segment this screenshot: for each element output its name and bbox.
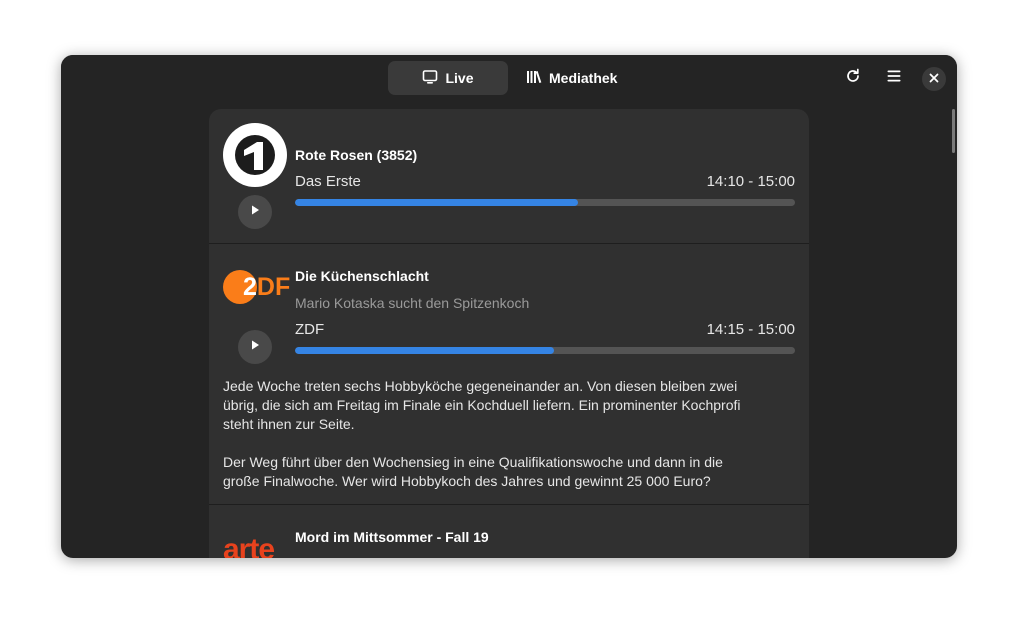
tab-mediathek-label: Mediathek (549, 70, 618, 86)
play-button[interactable] (238, 195, 272, 229)
play-icon (249, 203, 261, 221)
channel-name: ZDF (295, 321, 325, 338)
library-icon (526, 69, 542, 88)
progress-fill (295, 347, 554, 354)
scrollbar[interactable] (952, 109, 955, 153)
description-paragraph: Der Weg führt über den Wochensieg in ein… (223, 454, 723, 489)
monitor-icon (422, 69, 438, 88)
hamburger-menu-icon (886, 68, 902, 89)
list-item[interactable]: arte Mord im Mittsommer - Fall 19 (209, 505, 809, 558)
progress-fill (295, 199, 578, 206)
refresh-icon (845, 68, 861, 89)
progress-bar (295, 347, 795, 354)
channel-name: Das Erste (295, 173, 361, 190)
view-switcher: Live Mediathek (388, 61, 622, 95)
tab-live-label: Live (445, 70, 474, 86)
program-title: Die Küchenschlacht (295, 268, 429, 284)
tab-mediathek[interactable]: Mediathek (512, 61, 622, 95)
program-title: Rote Rosen (3852) (295, 147, 418, 163)
close-icon (929, 70, 939, 88)
progress-bar (295, 199, 795, 206)
program-time: 14:10 - 15:00 (706, 173, 795, 190)
program-time: 14:15 - 15:00 (706, 321, 795, 338)
header-bar: Live Mediathek (61, 55, 957, 101)
list-item[interactable]: 2DF Die Küchenschlacht Mario Kotaska suc… (209, 244, 809, 505)
main-menu-button[interactable] (877, 61, 911, 95)
arte-logo: arte (223, 533, 275, 558)
close-button[interactable] (922, 67, 946, 91)
das-erste-logo (223, 123, 287, 187)
refresh-button[interactable] (836, 61, 870, 95)
app-window: Live Mediathek Rote Rosen (3852) Das Ers… (61, 55, 957, 558)
play-icon (249, 338, 261, 356)
list-item[interactable]: Rote Rosen (3852) Das Erste 14:10 - 15:0… (209, 109, 809, 244)
program-subtitle: Mario Kotaska sucht den Spitzenkoch (295, 295, 530, 311)
program-list: Rote Rosen (3852) Das Erste 14:10 - 15:0… (209, 109, 809, 558)
tab-live[interactable]: Live (388, 61, 508, 95)
program-description: Jede Woche treten sechs Hobbyköche gegen… (223, 377, 763, 510)
program-title: Mord im Mittsommer - Fall 19 (295, 529, 489, 545)
zdf-logo: 2DF (223, 270, 290, 304)
play-button[interactable] (238, 330, 272, 364)
description-paragraph: Jede Woche treten sechs Hobbyköche gegen… (223, 378, 741, 432)
